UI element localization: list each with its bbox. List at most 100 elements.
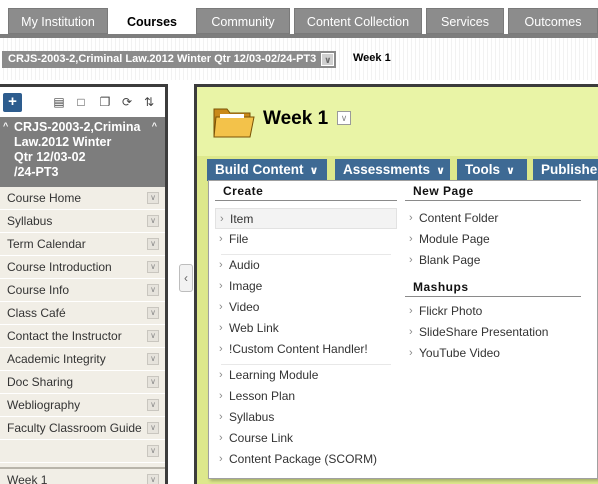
reorder-icon[interactable]: ⇅	[142, 95, 156, 109]
chevron-down-icon[interactable]: ∨	[147, 376, 159, 388]
chevron-down-icon[interactable]: ∨	[147, 284, 159, 296]
chevron-down-icon[interactable]: ∨	[147, 307, 159, 319]
sidebar-item-label: Syllabus	[7, 214, 53, 228]
build-content-menu: Create Item File Audio Image Video Web L…	[208, 180, 598, 479]
menu-item-slideshare[interactable]: SlideShare Presentation	[405, 322, 581, 343]
page-header: Week 1 ∨	[197, 87, 598, 156]
course-menu-title[interactable]: ^ ^ CRJS-2003-2,Crimina Law.2012 Winter …	[0, 117, 165, 187]
collapse-caret-icon[interactable]: ^	[152, 119, 157, 134]
sidebar-item-label: Webliography	[7, 398, 81, 412]
menu-item-image[interactable]: Image	[215, 276, 397, 297]
menu-item-custom-content-handler[interactable]: !Custom Content Handler!	[215, 339, 397, 360]
menu-item-lesson-plan[interactable]: Lesson Plan	[215, 386, 397, 407]
sidebar-item-label: Term Calendar	[7, 237, 86, 251]
chevron-down-icon: ∨	[309, 165, 319, 177]
course-menu-toolbar: + ▤ □ ❐ ⟳ ⇅	[0, 87, 165, 117]
menu-item-syllabus[interactable]: Syllabus	[215, 407, 397, 428]
list-view-icon[interactable]: ▤	[52, 95, 66, 109]
sidebar-item-contact-instructor[interactable]: Contact the Instructor ∨	[0, 325, 165, 348]
menu-item-module-page[interactable]: Module Page	[405, 229, 581, 250]
chevron-down-icon[interactable]: ∨	[147, 445, 159, 457]
sidebar-item-label: Course Introduction	[7, 260, 112, 274]
build-content-button[interactable]: Build Content ∨	[207, 159, 327, 181]
chevron-down-icon[interactable]: ∨	[321, 53, 335, 66]
collapse-caret-icon[interactable]: ^	[3, 119, 8, 134]
sidebar-item-label: Class Café	[7, 306, 66, 320]
breadcrumb-current: Week 1	[353, 52, 391, 64]
sidebar-item-label: Faculty Classroom Guide	[7, 421, 142, 435]
sidebar-item-doc-sharing[interactable]: Doc Sharing ∨	[0, 371, 165, 394]
build-content-label: Build Content	[215, 162, 304, 177]
sidebar-item-week-1[interactable]: Week 1 ∨	[0, 469, 165, 484]
sidebar-item-label: Week 1	[7, 473, 48, 484]
new-page-column: New Page Content Folder Module Page Blan…	[405, 181, 581, 364]
course-title-line: Qtr 12/03-02	[14, 150, 86, 164]
menu-item-learning-module[interactable]: Learning Module	[215, 365, 397, 386]
chevron-down-icon[interactable]: ∨	[147, 215, 159, 227]
folder-icon	[213, 108, 255, 138]
tab-outcomes[interactable]: Outcomes	[508, 8, 598, 34]
assessments-button[interactable]: Assessments ∨	[335, 159, 450, 181]
tab-community[interactable]: Community	[196, 8, 290, 34]
menu-item-web-link[interactable]: Web Link	[215, 318, 397, 339]
sidebar-item-label: Course Home	[7, 191, 82, 205]
sidebar-item-webliography[interactable]: Webliography ∨	[0, 394, 165, 417]
menu-item-flickr-photo[interactable]: Flickr Photo	[405, 301, 581, 322]
create-heading: Create	[215, 181, 397, 201]
folder-view-icon[interactable]: □	[74, 95, 88, 109]
chevron-down-icon[interactable]: ∨	[147, 261, 159, 273]
assessments-label: Assessments	[343, 162, 431, 177]
publisher-label: Publisher	[541, 162, 598, 177]
collapse-menu-button[interactable]: ‹	[179, 264, 193, 292]
course-title-line: /24-PT3	[14, 165, 59, 179]
menu-item-file[interactable]: File	[215, 229, 397, 250]
chevron-left-icon: ‹	[184, 271, 188, 285]
create-column: Create Item File Audio Image Video Web L…	[215, 181, 397, 470]
chevron-down-icon[interactable]: ∨	[147, 422, 159, 434]
add-menu-item-button[interactable]: +	[3, 93, 22, 112]
sidebar-item-term-calendar[interactable]: Term Calendar ∨	[0, 233, 165, 256]
chevron-down-icon[interactable]: ∨	[147, 474, 159, 484]
sidebar-item-class-cafe[interactable]: Class Café ∨	[0, 302, 165, 325]
sidebar-item-syllabus[interactable]: Syllabus ∨	[0, 210, 165, 233]
tab-courses[interactable]: Courses	[112, 6, 192, 36]
sidebar-item-label: Course Info	[7, 283, 70, 297]
mashups-heading: Mashups	[405, 277, 581, 297]
publisher-button[interactable]: Publisher	[533, 159, 598, 181]
menu-item-item[interactable]: Item	[215, 208, 397, 230]
menu-item-blank-page[interactable]: Blank Page	[405, 250, 581, 271]
chevron-down-icon[interactable]: ∨	[147, 330, 159, 342]
tab-services[interactable]: Services	[426, 8, 504, 34]
sidebar-item-academic-integrity[interactable]: Academic Integrity ∨	[0, 348, 165, 371]
chevron-down-icon[interactable]: ∨	[337, 111, 351, 125]
tools-button[interactable]: Tools ∨	[457, 159, 527, 181]
sidebar-item-course-info[interactable]: Course Info ∨	[0, 279, 165, 302]
refresh-icon[interactable]: ⟳	[120, 95, 134, 109]
course-menu: + ▤ □ ❐ ⟳ ⇅ ^ ^ CRJS-2003-2,Crimina Law.…	[0, 84, 168, 484]
menu-item-content-folder[interactable]: Content Folder	[405, 208, 581, 229]
sidebar-item-faculty-guide[interactable]: Faculty Classroom Guide ∨	[0, 417, 165, 440]
window-icon[interactable]: ❐	[98, 95, 112, 109]
menu-item-content-package[interactable]: Content Package (SCORM)	[215, 449, 397, 470]
chevron-down-icon[interactable]: ∨	[147, 238, 159, 250]
course-title-line: CRJS-2003-2,Crimina	[14, 120, 141, 134]
chevron-down-icon: ∨	[436, 165, 445, 177]
sidebar-divider-item[interactable]: ∨	[0, 440, 165, 463]
chevron-down-icon[interactable]: ∨	[147, 399, 159, 411]
tab-my-institution[interactable]: My Institution	[8, 8, 108, 34]
sidebar-item-course-introduction[interactable]: Course Introduction ∨	[0, 256, 165, 279]
sidebar-item-label: Academic Integrity	[7, 352, 106, 366]
breadcrumb-course[interactable]: CRJS-2003-2,Criminal Law.2012 Winter Qtr…	[2, 51, 337, 68]
breadcrumb: CRJS-2003-2,Criminal Law.2012 Winter Qtr…	[0, 38, 598, 80]
chevron-down-icon: ∨	[506, 165, 515, 177]
sidebar-item-label: Contact the Instructor	[7, 329, 122, 343]
menu-item-course-link[interactable]: Course Link	[215, 428, 397, 449]
chevron-down-icon[interactable]: ∨	[147, 192, 159, 204]
sidebar-item-course-home[interactable]: Course Home ∨	[0, 187, 165, 210]
menu-item-youtube-video[interactable]: YouTube Video	[405, 343, 581, 364]
menu-item-video[interactable]: Video	[215, 297, 397, 318]
tab-content-collection[interactable]: Content Collection	[294, 8, 422, 34]
chevron-down-icon[interactable]: ∨	[147, 353, 159, 365]
menu-item-audio[interactable]: Audio	[215, 255, 397, 276]
page-title: Week 1	[263, 108, 329, 129]
